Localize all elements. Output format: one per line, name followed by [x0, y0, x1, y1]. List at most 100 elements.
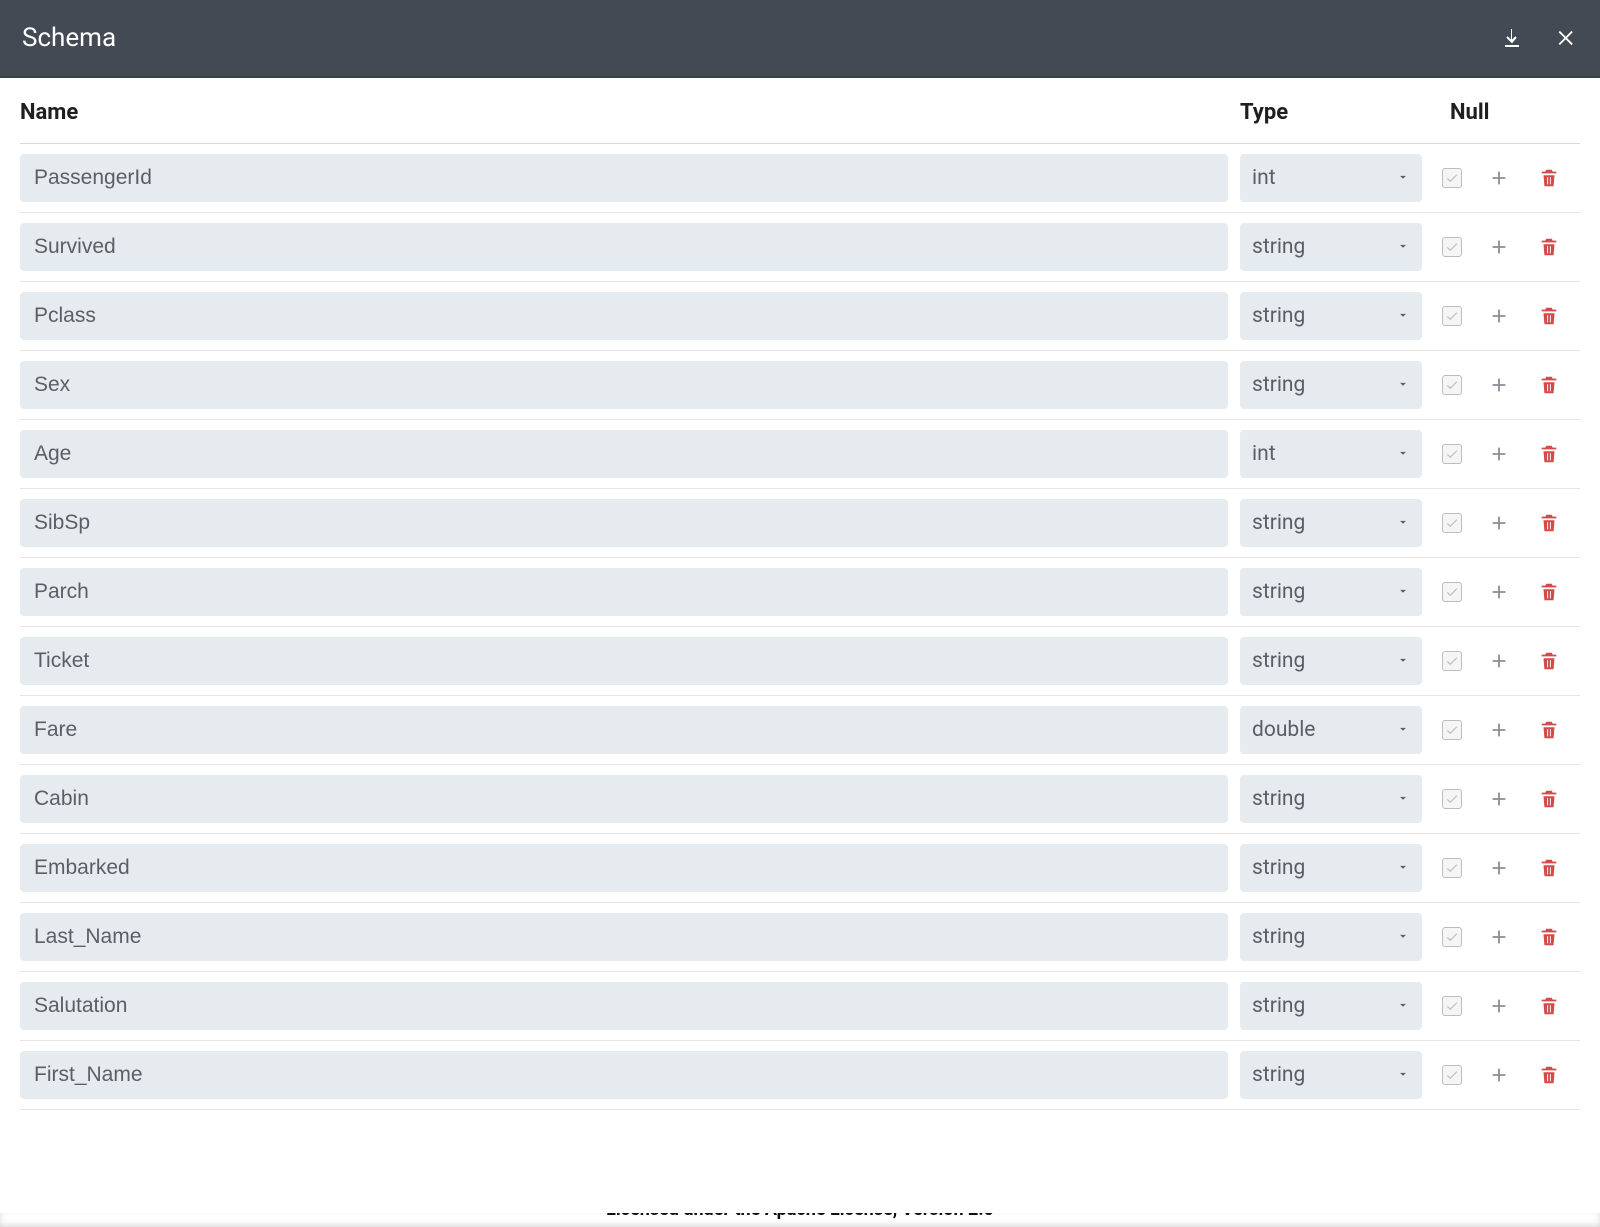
nullable-checkbox[interactable] [1440, 649, 1464, 673]
field-name-input[interactable] [20, 775, 1228, 823]
add-row-button[interactable] [1484, 646, 1514, 676]
field-type-select[interactable]: int [1240, 154, 1422, 202]
field-name-input[interactable] [20, 499, 1228, 547]
header-actions [1500, 26, 1578, 50]
delete-row-button[interactable] [1534, 301, 1564, 331]
field-name-input[interactable] [20, 154, 1228, 202]
delete-row-button[interactable] [1534, 577, 1564, 607]
field-type-select[interactable]: string [1240, 292, 1422, 340]
field-type-select[interactable]: string [1240, 361, 1422, 409]
add-row-button[interactable] [1484, 922, 1514, 952]
field-name-input[interactable] [20, 637, 1228, 685]
nullable-checkbox[interactable] [1440, 994, 1464, 1018]
nullable-checkbox[interactable] [1440, 511, 1464, 535]
nullable-checkbox[interactable] [1440, 373, 1464, 397]
schema-row: double [20, 696, 1580, 765]
field-name-input[interactable] [20, 223, 1228, 271]
field-type-value: string [1252, 235, 1305, 259]
nullable-checkbox[interactable] [1440, 856, 1464, 880]
delete-row-button[interactable] [1534, 784, 1564, 814]
nullable-checkbox[interactable] [1440, 718, 1464, 742]
schema-row: string [20, 213, 1580, 282]
delete-row-button[interactable] [1534, 922, 1564, 952]
delete-row-button[interactable] [1534, 232, 1564, 262]
field-type-value: string [1252, 787, 1305, 811]
schema-row: string [20, 489, 1580, 558]
column-header-null: Null [1450, 100, 1510, 125]
field-type-value: string [1252, 856, 1305, 880]
delete-row-button[interactable] [1534, 163, 1564, 193]
add-row-button[interactable] [1484, 715, 1514, 745]
field-type-select[interactable]: string [1240, 1051, 1422, 1099]
add-row-button[interactable] [1484, 508, 1514, 538]
chevron-down-icon [1396, 787, 1410, 811]
footer-fragment: Licensed under the Apache License, Versi… [0, 1213, 1600, 1227]
field-type-select[interactable]: string [1240, 913, 1422, 961]
nullable-checkbox[interactable] [1440, 304, 1464, 328]
field-name-input[interactable] [20, 430, 1228, 478]
field-type-value: string [1252, 373, 1305, 397]
chevron-down-icon [1396, 166, 1410, 190]
add-row-button[interactable] [1484, 163, 1514, 193]
chevron-down-icon [1396, 442, 1410, 466]
add-row-button[interactable] [1484, 1060, 1514, 1090]
add-row-button[interactable] [1484, 784, 1514, 814]
field-type-select[interactable]: string [1240, 568, 1422, 616]
add-row-button[interactable] [1484, 301, 1514, 331]
delete-row-button[interactable] [1534, 715, 1564, 745]
nullable-checkbox[interactable] [1440, 442, 1464, 466]
add-row-button[interactable] [1484, 439, 1514, 469]
field-name-input[interactable] [20, 568, 1228, 616]
add-row-button[interactable] [1484, 853, 1514, 883]
schema-row: int [20, 420, 1580, 489]
schema-row: string [20, 972, 1580, 1041]
close-icon[interactable] [1556, 27, 1578, 49]
delete-row-button[interactable] [1534, 991, 1564, 1021]
field-name-input[interactable] [20, 361, 1228, 409]
field-type-value: int [1252, 166, 1276, 190]
field-type-value: string [1252, 925, 1305, 949]
delete-row-button[interactable] [1534, 508, 1564, 538]
field-type-select[interactable]: string [1240, 499, 1422, 547]
column-header-name: Name [20, 100, 1240, 125]
field-name-input[interactable] [20, 1051, 1228, 1099]
nullable-checkbox[interactable] [1440, 166, 1464, 190]
dialog-header: Schema [0, 0, 1600, 78]
field-type-value: int [1252, 442, 1276, 466]
delete-row-button[interactable] [1534, 646, 1564, 676]
chevron-down-icon [1396, 1063, 1410, 1087]
field-name-input[interactable] [20, 706, 1228, 754]
nullable-checkbox[interactable] [1440, 1063, 1464, 1087]
download-icon[interactable] [1500, 26, 1524, 50]
field-type-select[interactable]: string [1240, 844, 1422, 892]
field-name-input[interactable] [20, 292, 1228, 340]
nullable-checkbox[interactable] [1440, 580, 1464, 604]
schema-row: string [20, 765, 1580, 834]
schema-row: int [20, 144, 1580, 213]
field-type-select[interactable]: string [1240, 982, 1422, 1030]
nullable-checkbox[interactable] [1440, 787, 1464, 811]
field-type-value: string [1252, 994, 1305, 1018]
add-row-button[interactable] [1484, 991, 1514, 1021]
field-name-input[interactable] [20, 844, 1228, 892]
add-row-button[interactable] [1484, 370, 1514, 400]
schema-row: string [20, 558, 1580, 627]
nullable-checkbox[interactable] [1440, 235, 1464, 259]
field-type-select[interactable]: string [1240, 775, 1422, 823]
delete-row-button[interactable] [1534, 370, 1564, 400]
chevron-down-icon [1396, 511, 1410, 535]
field-type-select[interactable]: double [1240, 706, 1422, 754]
field-type-select[interactable]: string [1240, 637, 1422, 685]
delete-row-button[interactable] [1534, 439, 1564, 469]
nullable-checkbox[interactable] [1440, 925, 1464, 949]
add-row-button[interactable] [1484, 232, 1514, 262]
add-row-button[interactable] [1484, 577, 1514, 607]
delete-row-button[interactable] [1534, 853, 1564, 883]
field-name-input[interactable] [20, 913, 1228, 961]
field-type-select[interactable]: string [1240, 223, 1422, 271]
schema-rows: int string string string int string string stri… [20, 144, 1580, 1110]
delete-row-button[interactable] [1534, 1060, 1564, 1090]
field-type-select[interactable]: int [1240, 430, 1422, 478]
schema-row: string [20, 834, 1580, 903]
field-name-input[interactable] [20, 982, 1228, 1030]
